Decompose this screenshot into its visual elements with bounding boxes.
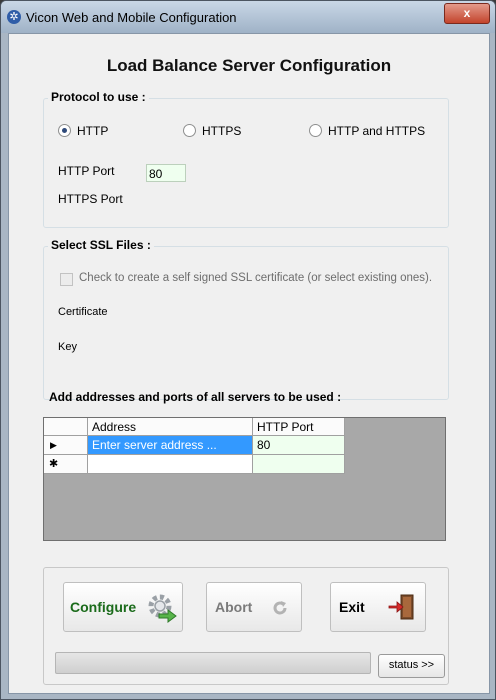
servers-label: Add addresses and ports of all servers t… [49,390,342,404]
certificate-label: Certificate [58,306,108,318]
gear-arrow-icon [148,594,177,623]
configure-label: Configure [70,599,137,615]
close-button[interactable]: x [444,3,490,24]
app-logo-icon: ✲ [7,10,21,24]
protocol-legend: Protocol to use : [48,90,149,104]
configure-button[interactable]: Configure [63,582,183,632]
address-cell-new[interactable] [88,455,253,474]
radio-http[interactable]: HTTP [58,124,108,138]
app-window: ✲ Vicon Web and Mobile Configuration x L… [0,0,496,700]
status-button[interactable]: status >> [378,654,445,678]
http-port-input[interactable]: 80 [146,164,186,182]
address-cell[interactable]: Enter server address ... [88,436,253,455]
row-indicator-icon: ▶ [44,436,88,455]
protocol-group: Protocol to use : HTTP HTTPS HTTP and HT… [43,90,449,228]
page-title: Load Balance Server Configuration [106,56,392,75]
exit-button[interactable]: Exit [330,582,426,632]
http-port-label: HTTP Port [58,164,115,178]
servers-grid: Address HTTP Port ▶ Enter server address… [43,417,446,541]
progress-bar [55,652,371,674]
exit-label: Exit [339,599,365,615]
column-header-address[interactable]: Address [88,418,253,436]
abort-label: Abort [215,599,253,615]
radio-https-label: HTTPS [202,124,242,138]
https-port-label: HTTPS Port [58,192,123,206]
radio-https[interactable]: HTTPS [183,124,241,138]
new-row-icon: ✱ [44,455,88,474]
key-label: Key [58,341,77,353]
self-signed-checkbox-label: Check to create a self signed SSL certif… [79,272,433,284]
ssl-group: Select SSL Files : Check to create a sel… [43,238,449,400]
ssl-legend: Select SSL Files : [48,238,154,252]
radio-http-label: HTTP [77,124,109,138]
radio-unselected-icon [183,124,196,137]
column-header-http-port[interactable]: HTTP Port [253,418,345,436]
radio-selected-icon [58,124,71,137]
title-bar: ✲ Vicon Web and Mobile Configuration x [1,1,495,33]
window-title: Vicon Web and Mobile Configuration [26,10,237,25]
radio-unselected-icon [309,124,322,137]
exit-door-icon [388,594,414,620]
port-cell-new[interactable] [253,455,345,474]
refresh-icon [273,601,287,615]
self-signed-checkbox[interactable] [60,273,73,286]
abort-button[interactable]: Abort [206,582,302,632]
grid-corner [44,418,88,436]
port-cell[interactable]: 80 [253,436,345,455]
radio-http-and-https[interactable]: HTTP and HTTPS [309,124,425,138]
radio-http-and-https-label: HTTP and HTTPS [328,124,426,138]
client-area: Load Balance Server Configuration Protoc… [8,33,490,694]
